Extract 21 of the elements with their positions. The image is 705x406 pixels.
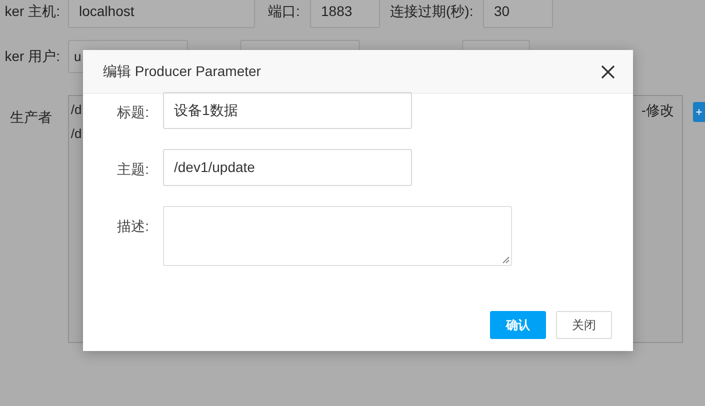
- field-label: 连接过期(秒):: [390, 2, 474, 21]
- list-item[interactable]: /d: [70, 122, 82, 146]
- dialog-title: 编辑 Producer Parameter: [103, 62, 261, 81]
- field-label: ker 主机:: [4, 2, 60, 21]
- close-icon[interactable]: [601, 64, 615, 78]
- field-label: 生产者: [9, 108, 53, 127]
- field-label: ker 用户:: [4, 47, 60, 66]
- field-label: 主题:: [116, 160, 149, 179]
- text-input[interactable]: /dev1/update: [163, 149, 412, 186]
- list-item[interactable]: /d: [70, 98, 82, 122]
- text-input[interactable]: 设备1数据: [163, 92, 412, 129]
- timeout-field[interactable]: 30: [483, 0, 553, 28]
- host-field[interactable]: localhost: [68, 0, 255, 28]
- add-button[interactable]: +: [693, 102, 705, 122]
- close-button[interactable]: 关闭: [556, 311, 612, 339]
- list-item-text: -修改: [641, 101, 674, 120]
- port-field[interactable]: 1883: [310, 0, 380, 28]
- field-label: 标题:: [116, 103, 149, 122]
- resize-handle-icon[interactable]: [502, 256, 510, 264]
- field-label: 描述:: [116, 217, 149, 236]
- field-label: 端口:: [268, 2, 301, 21]
